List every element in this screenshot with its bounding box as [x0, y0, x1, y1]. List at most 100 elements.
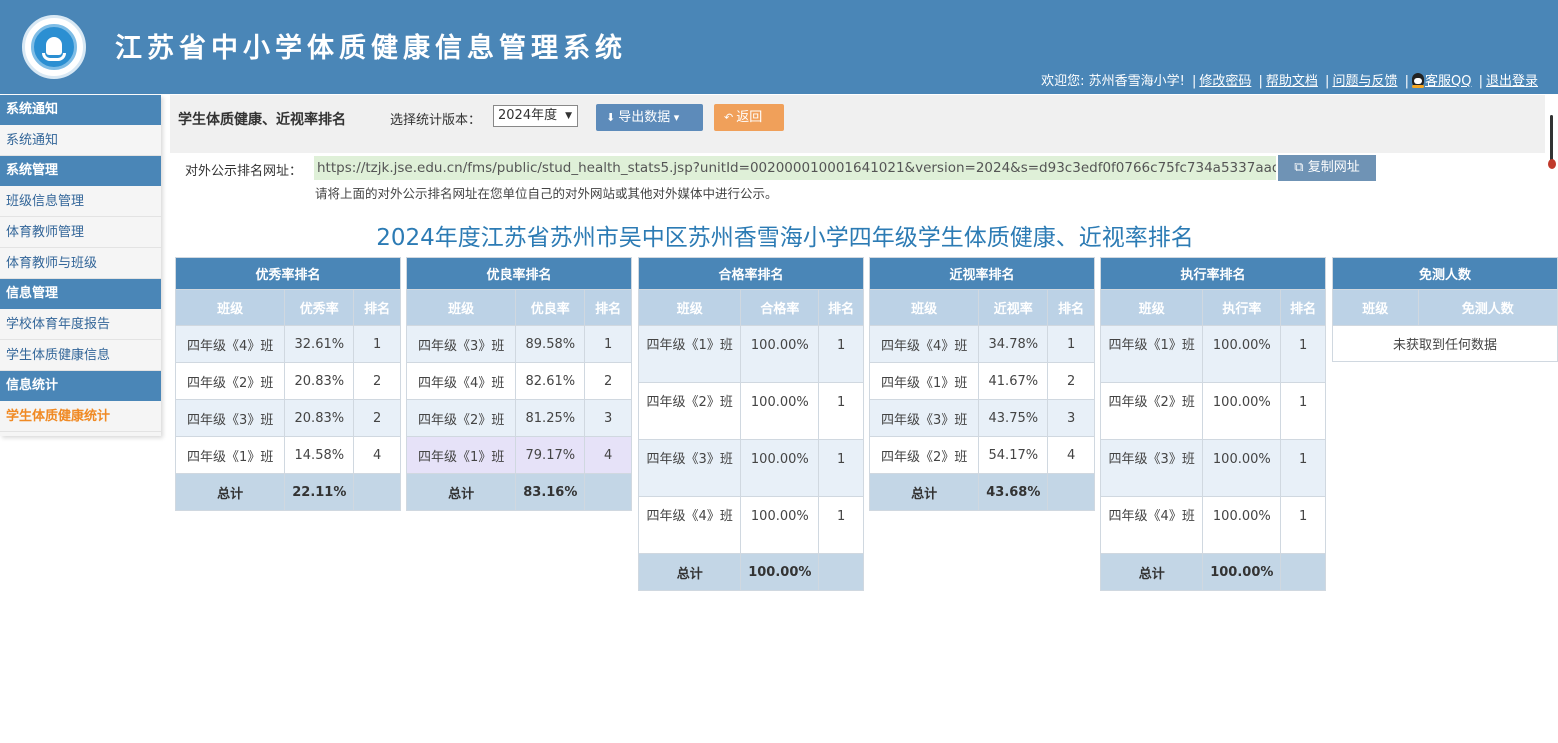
sidebar-group-info[interactable]: 信息管理 [0, 279, 161, 309]
sidebar-item-annual-report[interactable]: 学校体育年度报告 [0, 309, 161, 340]
sidebar-item-health-info[interactable]: 学生体质健康信息 [0, 340, 161, 371]
rate-cell: 41.67% [978, 362, 1049, 400]
table-row: 四年级《3》班 20.83% 2 [174, 399, 401, 437]
total-rate: 100.00% [740, 553, 820, 591]
rank-cell: 1 [1280, 496, 1326, 554]
sidebar-group-notice[interactable]: 系统通知 [0, 95, 161, 125]
feedback-link[interactable]: 问题与反馈 [1332, 74, 1397, 89]
class-cell: 四年级《2》班 [868, 436, 980, 474]
table-row: 四年级《2》班 20.83% 2 [174, 362, 401, 400]
table-caption: 优秀率排名 [175, 257, 401, 290]
back-button[interactable]: ↶ 返回 [714, 104, 784, 131]
rate-cell: 20.83% [284, 399, 355, 437]
rate-cell: 43.75% [978, 399, 1049, 437]
sidebar-item-pe-teachers[interactable]: 体育教师管理 [0, 217, 161, 248]
total-label: 总计 [174, 473, 286, 511]
thermometer-icon [1548, 115, 1556, 170]
total-rate: 83.16% [515, 473, 586, 511]
rank-cell: 1 [818, 439, 864, 497]
sidebar-item-health-stats[interactable]: 学生体质健康统计 [0, 401, 161, 432]
public-url-value[interactable]: https://tzjk.jse.edu.cn/fms/public/stud_… [314, 156, 1276, 180]
rate-cell: 32.61% [284, 325, 355, 363]
class-cell: 四年级《1》班 [1099, 325, 1204, 383]
total-label: 总计 [405, 473, 517, 511]
sidebar-item-notice[interactable]: 系统通知 [0, 125, 161, 156]
total-rate: 100.00% [1202, 553, 1282, 591]
class-cell: 四年级《1》班 [174, 436, 286, 474]
rank-cell: 2 [1047, 362, 1095, 400]
rank-cell: 1 [1280, 439, 1326, 497]
column-header: 班级 [174, 289, 286, 326]
qq-icon [1411, 73, 1424, 88]
help-docs-link[interactable]: 帮助文档 [1266, 74, 1318, 89]
rank-cell: 1 [818, 496, 864, 554]
copy-icon: ⧉ [1294, 160, 1304, 175]
column-header: 班级 [868, 289, 980, 326]
column-header: 班级 [1099, 289, 1204, 326]
class-cell: 四年级《4》班 [868, 325, 980, 363]
rate-cell: 100.00% [740, 496, 820, 554]
class-cell: 四年级《3》班 [174, 399, 286, 437]
table-row: 四年级《1》班 14.58% 4 [174, 436, 401, 474]
copy-url-button[interactable]: ⧉ 复制网址 [1278, 155, 1376, 181]
back-arrow-icon: ↶ [724, 111, 734, 124]
rank-cell: 1 [1047, 325, 1095, 363]
rate-cell: 81.25% [515, 399, 586, 437]
exempt-count-table: 免测人数 班级 免测人数 未获取到任何数据 [1332, 257, 1558, 362]
rank-cell: 1 [818, 325, 864, 383]
change-password-link[interactable]: 修改密码 [1199, 74, 1251, 89]
sidebar-item-teacher-classes[interactable]: 体育教师与班级 [0, 248, 161, 279]
class-cell: 四年级《4》班 [174, 325, 286, 363]
sidebar-group-system[interactable]: 系统管理 [0, 156, 161, 186]
table-row: 四年级《2》班 81.25% 3 [405, 399, 632, 437]
execution-rank-table: 执行率排名 班级 执行率 排名 四年级《1》班 100.00% 1 四年级《2》… [1099, 257, 1326, 591]
sidebar-group-stats[interactable]: 信息统计 [0, 371, 161, 401]
table-row: 四年级《3》班 100.00% 1 [1099, 439, 1326, 497]
toolbar: 学生体质健康、近视率排名 选择统计版本： 2024年度 ▼ ⬇ 导出数据 ▾ ↶ 返… [170, 95, 1545, 153]
class-cell: 四年级《2》班 [174, 362, 286, 400]
rank-cell: 1 [1280, 325, 1326, 383]
empty-row: 未获取到任何数据 [1332, 325, 1558, 362]
rank-cell: 3 [1047, 399, 1095, 437]
table-caption: 近视率排名 [869, 257, 1095, 290]
rank-cell: 4 [1047, 436, 1095, 474]
column-header: 排名 [818, 289, 864, 326]
support-qq-link[interactable]: 客服QQ [1425, 74, 1471, 89]
column-header: 排名 [584, 289, 632, 326]
rate-cell: 54.17% [978, 436, 1049, 474]
table-caption: 免测人数 [1332, 257, 1558, 290]
column-header: 免测人数 [1417, 289, 1558, 326]
column-header: 排名 [1047, 289, 1095, 326]
public-url-label: 对外公示排名网址： [185, 164, 303, 179]
sidebar-item-class-info[interactable]: 班级信息管理 [0, 186, 161, 217]
class-cell: 四年级《1》班 [405, 436, 517, 474]
app-header: 江苏省中小学体质健康信息管理系统 欢迎您: 苏州香雪海小学! | 修改密码 | 帮助… [0, 0, 1558, 94]
system-logo-icon [22, 15, 86, 79]
rate-cell: 100.00% [1202, 496, 1282, 554]
rank-cell: 1 [584, 325, 632, 363]
total-label: 总计 [1099, 553, 1204, 591]
rate-cell: 14.58% [284, 436, 355, 474]
version-select[interactable]: 2024年度 ▼ [493, 105, 578, 127]
column-header: 班级 [637, 289, 742, 326]
rate-cell: 100.00% [740, 325, 820, 383]
column-header: 优良率 [515, 289, 586, 326]
total-row: 总计 83.16% [405, 473, 632, 511]
download-icon: ⬇ [606, 111, 616, 124]
pass-rank-table: 合格率排名 班级 合格率 排名 四年级《1》班 100.00% 1 四年级《2》… [637, 257, 864, 591]
column-header: 班级 [1332, 289, 1419, 326]
table-row: 四年级《2》班 100.00% 1 [637, 382, 864, 440]
export-data-button[interactable]: ⬇ 导出数据 ▾ [596, 104, 703, 131]
version-label: 选择统计版本： [390, 113, 482, 128]
column-header: 排名 [1280, 289, 1326, 326]
rank-cell: 1 [818, 382, 864, 440]
table-caption: 执行率排名 [1100, 257, 1326, 290]
public-url-hint: 请将上面的对外公示排名网址在您单位自己的对外网站或其他对外媒体中进行公示。 [315, 186, 778, 201]
column-header: 优秀率 [284, 289, 355, 326]
class-cell: 四年级《1》班 [868, 362, 980, 400]
sidebar: 系统通知 系统通知 系统管理 班级信息管理 体育教师管理 体育教师与班级 信息管… [0, 95, 161, 436]
logout-link[interactable]: 退出登录 [1486, 74, 1538, 89]
table-row: 四年级《3》班 100.00% 1 [637, 439, 864, 497]
table-row: 四年级《4》班 32.61% 1 [174, 325, 401, 363]
total-row: 总计 22.11% [174, 473, 401, 511]
